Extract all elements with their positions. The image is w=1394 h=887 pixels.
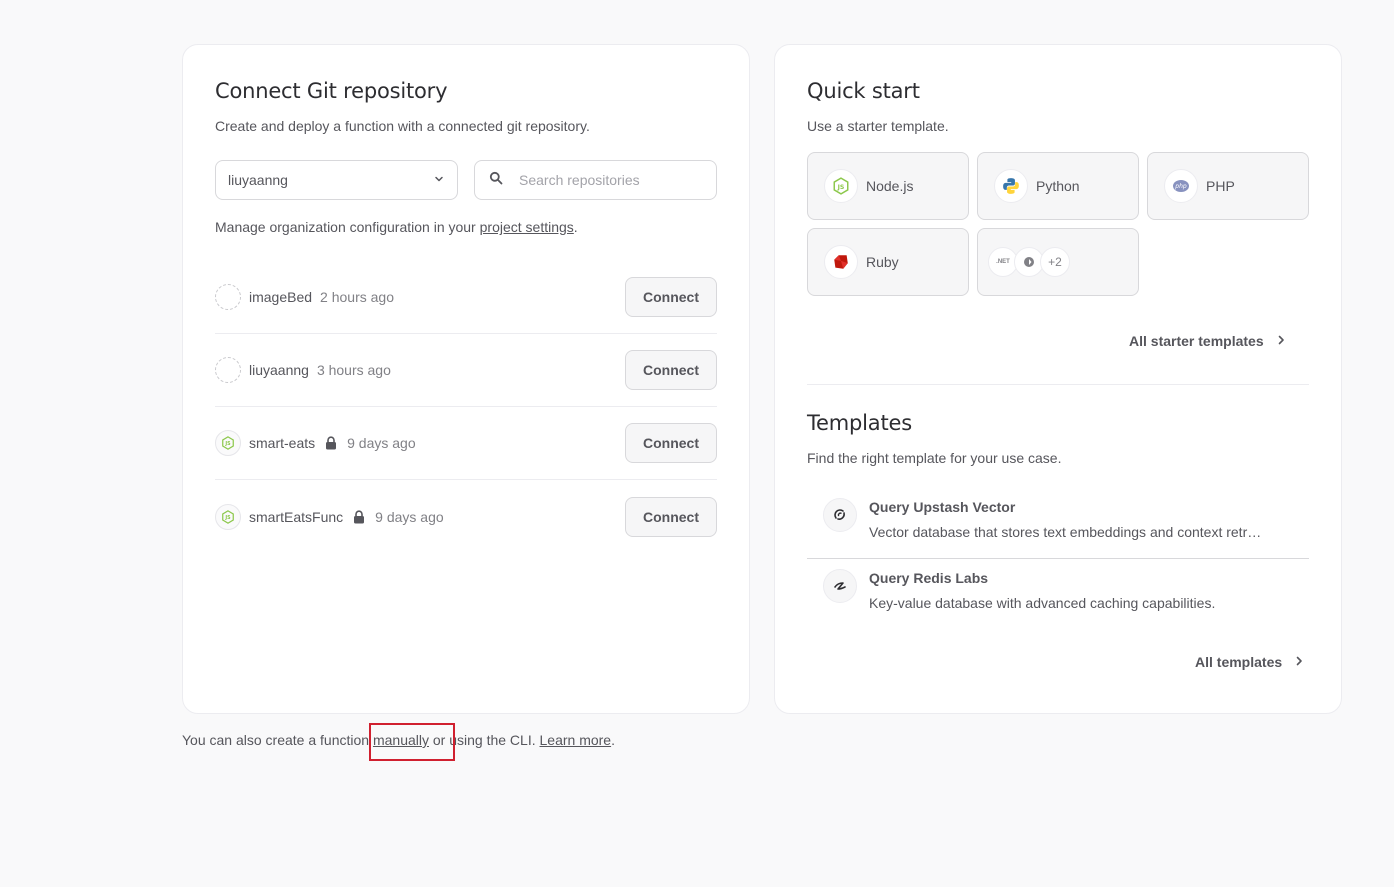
- starter-nodejs[interactable]: JS Node.js: [807, 152, 969, 220]
- redis-icon: [823, 569, 857, 603]
- template-title: Query Redis Labs: [869, 570, 989, 586]
- repository-name: liuyaanng: [249, 362, 309, 378]
- repository-row: liuyaanng 3 hours ago Connect: [215, 334, 717, 407]
- connect-git-subtitle: Create and deploy a function with a conn…: [215, 118, 590, 134]
- repository-row: JS smartEatsFunc 9 days ago Connect: [215, 480, 717, 553]
- connect-button[interactable]: Connect: [625, 496, 717, 537]
- project-settings-link[interactable]: project settings: [480, 219, 574, 235]
- python-icon: [994, 169, 1028, 203]
- templates-subtitle: Find the right template for your use cas…: [807, 450, 1062, 466]
- connect-button[interactable]: Connect: [625, 350, 717, 390]
- upstash-icon: [823, 498, 857, 532]
- create-manually-link[interactable]: manually: [373, 732, 429, 748]
- search-repositories-input[interactable]: [519, 172, 699, 188]
- chevron-right-icon: [1282, 654, 1304, 670]
- repository-name: smartEatsFunc: [249, 508, 344, 525]
- more-runtimes-count: +2: [1040, 247, 1070, 277]
- connect-git-title: Connect Git repository: [215, 79, 448, 103]
- svg-text:JS: JS: [224, 515, 231, 521]
- nodejs-icon: JS: [215, 430, 241, 456]
- starter-more-runtimes[interactable]: .NET +2: [977, 228, 1139, 296]
- template-title: Query Upstash Vector: [869, 499, 1016, 515]
- svg-text:JS: JS: [837, 184, 845, 191]
- chevron-down-icon: [433, 172, 445, 188]
- templates-title: Templates: [807, 411, 912, 435]
- starter-ruby[interactable]: Ruby: [807, 228, 969, 296]
- svg-text:JS: JS: [224, 441, 231, 447]
- connect-button[interactable]: Connect: [625, 277, 717, 317]
- quick-start-card: Quick start Use a starter template. JS N…: [774, 44, 1342, 714]
- svg-text:php: php: [1174, 183, 1187, 190]
- template-description: Vector database that stores text embeddi…: [869, 524, 1262, 540]
- learn-more-link[interactable]: Learn more: [540, 732, 612, 748]
- chevron-right-icon: [1264, 333, 1286, 349]
- repository-list: imageBed 2 hours ago Connect liuyaanng 3…: [215, 261, 717, 553]
- organization-select-value: liuyaanng: [228, 172, 288, 188]
- section-divider: [807, 384, 1309, 385]
- connect-git-card: Connect Git repository Create and deploy…: [182, 44, 750, 714]
- nodejs-icon: JS: [824, 169, 858, 203]
- starter-php[interactable]: php PHP: [1147, 152, 1309, 220]
- organization-select[interactable]: liuyaanng: [215, 160, 458, 200]
- quick-start-subtitle: Use a starter template.: [807, 118, 949, 134]
- repository-row: JS smart-eats 9 days ago Connect: [215, 407, 717, 480]
- repository-updated-time: 9 days ago: [375, 508, 444, 525]
- repository-search: [474, 160, 717, 200]
- template-item[interactable]: Query Redis Labs Key-value database with…: [807, 559, 1309, 630]
- nodejs-icon: JS: [215, 503, 241, 530]
- empty-avatar-icon: [215, 357, 241, 383]
- connect-button[interactable]: Connect: [625, 423, 717, 463]
- repository-name: imageBed: [249, 289, 313, 305]
- repository-row: imageBed 2 hours ago Connect: [215, 261, 717, 334]
- ruby-icon: [824, 245, 858, 279]
- php-icon: php: [1164, 169, 1198, 203]
- starter-label: Python: [1036, 178, 1080, 194]
- all-templates-link[interactable]: All templates: [1195, 654, 1304, 670]
- starter-label: PHP: [1206, 178, 1235, 194]
- lock-icon: [325, 436, 337, 450]
- lock-icon: [353, 509, 365, 524]
- repository-updated-time: 9 days ago: [347, 435, 416, 451]
- starter-label: Node.js: [866, 178, 914, 194]
- quick-start-title: Quick start: [807, 79, 920, 103]
- repository-updated-time: 3 hours ago: [316, 362, 391, 378]
- template-description: Key-value database with advanced caching…: [869, 595, 1216, 611]
- all-starter-templates-link[interactable]: All starter templates: [1129, 333, 1286, 349]
- use-case-template-list: Query Upstash Vector Vector database tha…: [807, 488, 1309, 630]
- footer-note: You can also create a function manually …: [182, 732, 615, 748]
- manage-org-text: Manage organization configuration in you…: [215, 219, 578, 235]
- starter-label: Ruby: [866, 254, 899, 270]
- search-icon: [489, 171, 503, 190]
- template-item[interactable]: Query Upstash Vector Vector database tha…: [807, 488, 1309, 559]
- repository-name: smart-eats: [249, 435, 316, 451]
- empty-avatar-icon: [215, 284, 241, 310]
- repository-updated-time: 2 hours ago: [320, 289, 394, 305]
- starter-python[interactable]: Python: [977, 152, 1139, 220]
